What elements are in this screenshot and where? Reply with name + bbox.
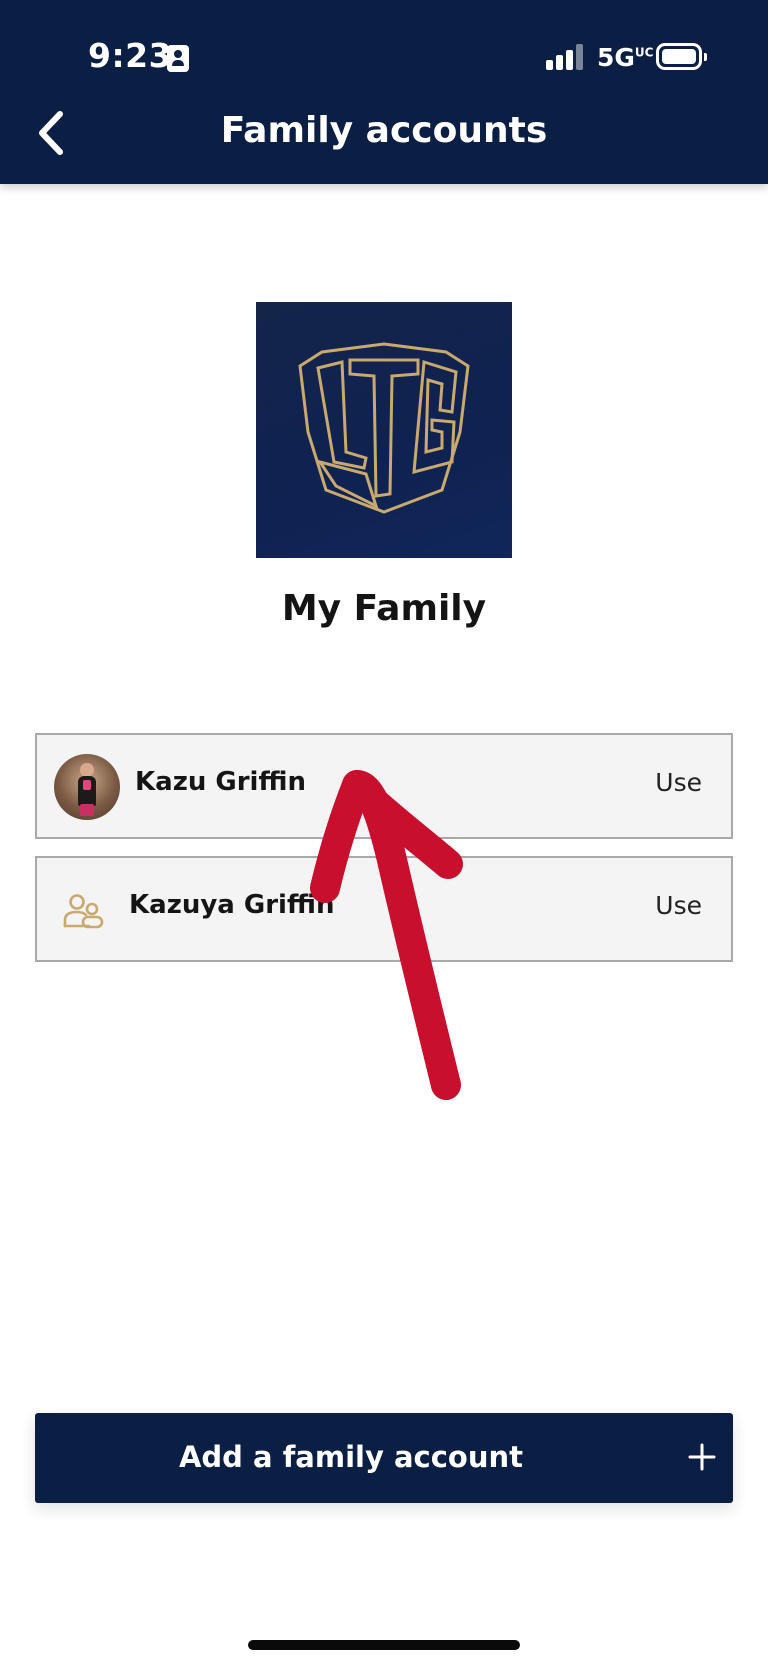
signal-icon (546, 44, 586, 70)
account-name: Kazuya Griffin (129, 890, 335, 920)
add-family-account-button[interactable]: Add a family account (35, 1413, 733, 1503)
battery-icon (656, 43, 707, 70)
account-row-kazuya-griffin[interactable]: Kazuya Griffin Use (35, 856, 733, 962)
team-shield-logo (256, 302, 512, 558)
id-card-icon (167, 45, 189, 72)
plus-icon (687, 1442, 717, 1472)
status-time: 9:23 (88, 36, 173, 75)
app-header: 9:23 5GUC Family accounts (0, 0, 768, 184)
use-button[interactable]: Use (655, 768, 702, 797)
network-indicator: 5GUC (597, 43, 654, 72)
add-family-account-label: Add a family account (178, 1440, 524, 1474)
avatar (54, 754, 120, 820)
account-name: Kazu Griffin (135, 767, 306, 797)
home-indicator[interactable] (248, 1640, 520, 1650)
family-group-icon (63, 894, 105, 930)
account-row-kazu-griffin[interactable]: Kazu Griffin Use (35, 733, 733, 839)
use-button[interactable]: Use (655, 891, 702, 920)
page-title: Family accounts (220, 110, 548, 151)
family-name: My Family (281, 588, 487, 629)
